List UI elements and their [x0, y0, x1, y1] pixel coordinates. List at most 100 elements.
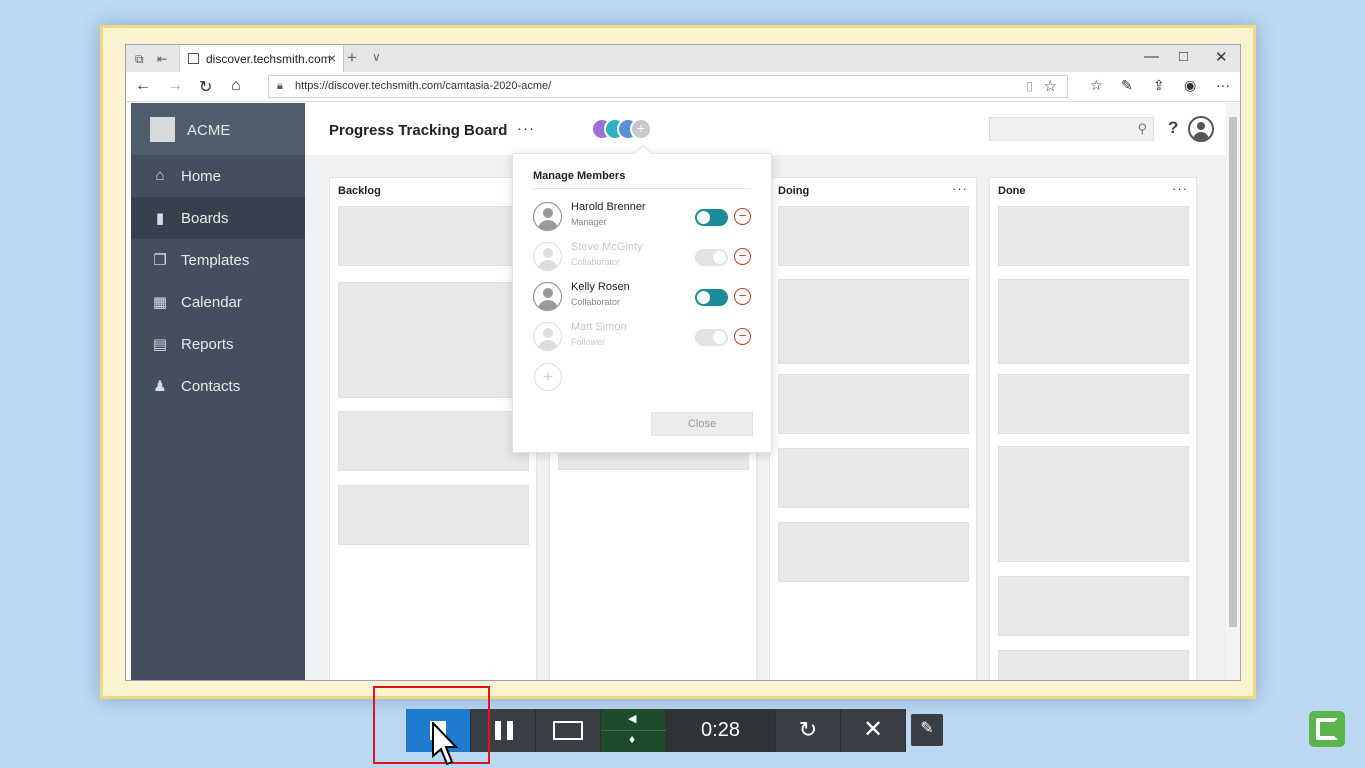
sidebar: ACME ⌂ Home ▮ Boards ❐ Templates ▦ Calen…: [131, 103, 305, 681]
member-avatar: [533, 202, 562, 231]
maximize-icon[interactable]: □: [1179, 48, 1188, 65]
forward-icon[interactable]: →: [167, 77, 183, 95]
remove-member-icon[interactable]: −: [734, 288, 751, 305]
member-role: Collaborator: [571, 297, 620, 307]
column-doing: Doing ···: [769, 177, 977, 681]
card[interactable]: [338, 206, 529, 266]
user-avatar[interactable]: [1188, 116, 1214, 142]
favorites-icon[interactable]: ☆: [1090, 77, 1103, 94]
document-icon: ▤: [151, 335, 169, 353]
lock-icon: 🔒︎: [277, 80, 283, 93]
minimize-icon[interactable]: —: [1144, 48, 1159, 65]
card[interactable]: [778, 522, 969, 582]
board-more-icon[interactable]: ···: [517, 120, 535, 137]
set-tabs-aside-icon[interactable]: ⇤: [157, 52, 167, 66]
card[interactable]: [778, 374, 969, 434]
member-toggle[interactable]: [695, 329, 728, 346]
tab-preview-icon[interactable]: ⧉: [135, 52, 144, 67]
sidebar-item-templates[interactable]: ❐ Templates: [131, 239, 305, 281]
back-icon[interactable]: ←: [135, 77, 151, 95]
calendar-icon: ▦: [151, 293, 169, 311]
card[interactable]: [998, 446, 1189, 562]
add-member-icon[interactable]: +: [630, 118, 652, 140]
card[interactable]: [778, 448, 969, 508]
new-tab-icon[interactable]: +: [347, 48, 357, 68]
card[interactable]: [778, 279, 969, 364]
close-tab-icon[interactable]: ×: [328, 50, 336, 66]
member-row: Kelly Rosen Collaborator −: [533, 280, 758, 314]
home-icon[interactable]: ⌂: [231, 77, 241, 95]
column-title: Done: [998, 185, 1026, 197]
audio-levels[interactable]: ◀ ♦: [601, 709, 666, 752]
sidebar-item-label: Templates: [181, 252, 249, 269]
tab-title: discover.techsmith.com: [206, 52, 331, 66]
sidebar-item-home[interactable]: ⌂ Home: [131, 155, 305, 197]
clipboard-icon: ▮: [151, 209, 169, 227]
close-button[interactable]: Close: [651, 412, 753, 436]
refresh-icon[interactable]: ↻: [199, 77, 212, 97]
sidebar-item-reports[interactable]: ▤ Reports: [131, 323, 305, 365]
add-member-icon[interactable]: +: [534, 363, 562, 391]
member-avatar: [533, 322, 562, 351]
pen-icon[interactable]: ✎: [1121, 77, 1133, 94]
remove-member-icon[interactable]: −: [734, 328, 751, 345]
restart-button[interactable]: ↻: [776, 709, 841, 752]
sidebar-item-label: Boards: [181, 210, 229, 227]
url-text: https://discover.techsmith.com/camtasia-…: [295, 80, 551, 92]
close-window-icon[interactable]: ✕: [1215, 48, 1228, 66]
card[interactable]: [998, 576, 1189, 636]
templates-icon: ❐: [151, 251, 169, 269]
search-input[interactable]: ⚲: [989, 117, 1154, 141]
brand: ACME: [131, 103, 305, 155]
home-icon: ⌂: [151, 167, 169, 184]
speaker-icon: ◀: [628, 712, 636, 725]
sidebar-item-calendar[interactable]: ▦ Calendar: [131, 281, 305, 323]
member-toggle[interactable]: [695, 209, 728, 226]
more-icon[interactable]: ···: [1216, 77, 1230, 93]
remove-member-icon[interactable]: −: [734, 248, 751, 265]
sidebar-item-label: Reports: [181, 336, 234, 353]
acme-logo: [150, 117, 175, 142]
card[interactable]: [998, 650, 1189, 681]
restart-icon: ↻: [799, 717, 817, 742]
member-name: Harold Brenner: [571, 201, 646, 213]
member-role: Collaborator: [571, 257, 620, 267]
share-icon[interactable]: ⇪: [1153, 77, 1165, 94]
card[interactable]: [338, 411, 529, 471]
card[interactable]: [778, 206, 969, 266]
column-more-icon[interactable]: ···: [1172, 181, 1188, 196]
reading-view-icon[interactable]: ▯: [1026, 79, 1033, 93]
sidebar-item-boards[interactable]: ▮ Boards: [131, 197, 305, 239]
member-toggle[interactable]: [695, 289, 728, 306]
sidebar-item-label: Calendar: [181, 294, 242, 311]
close-icon: ✕: [863, 716, 883, 743]
member-row: Harold Brenner Manager −: [533, 200, 758, 234]
delete-button[interactable]: ✕: [841, 709, 906, 752]
extension-icon[interactable]: ◉: [1184, 77, 1196, 94]
divider: [533, 188, 751, 189]
browser-tab[interactable]: discover.techsmith.com ×: [179, 45, 344, 72]
card[interactable]: [338, 282, 529, 398]
microphone-icon: ♦: [629, 732, 635, 746]
help-icon[interactable]: ?: [1168, 118, 1178, 138]
member-toggle[interactable]: [695, 249, 728, 266]
card[interactable]: [998, 206, 1189, 266]
sidebar-item-contacts[interactable]: ♟ Contacts: [131, 365, 305, 407]
remove-member-icon[interactable]: −: [734, 208, 751, 225]
address-bar[interactable]: 🔒︎ https://discover.techsmith.com/camtas…: [268, 75, 1068, 98]
screen-capture-button[interactable]: [536, 709, 601, 752]
edit-button[interactable]: ✎: [911, 714, 943, 746]
page-scrollbar[interactable]: [1226, 103, 1240, 681]
card[interactable]: [998, 279, 1189, 364]
chevron-down-icon[interactable]: ∨: [372, 50, 381, 64]
pause-icon: [495, 721, 501, 740]
brand-name: ACME: [187, 122, 230, 139]
column-more-icon[interactable]: ···: [952, 181, 968, 196]
favorite-star-icon[interactable]: ☆: [1044, 77, 1057, 95]
member-avatars[interactable]: +: [591, 118, 671, 142]
card[interactable]: [338, 485, 529, 545]
card[interactable]: [998, 374, 1189, 434]
member-avatar: [533, 242, 562, 271]
member-role: Follower: [571, 337, 605, 347]
member-avatar: [533, 282, 562, 311]
